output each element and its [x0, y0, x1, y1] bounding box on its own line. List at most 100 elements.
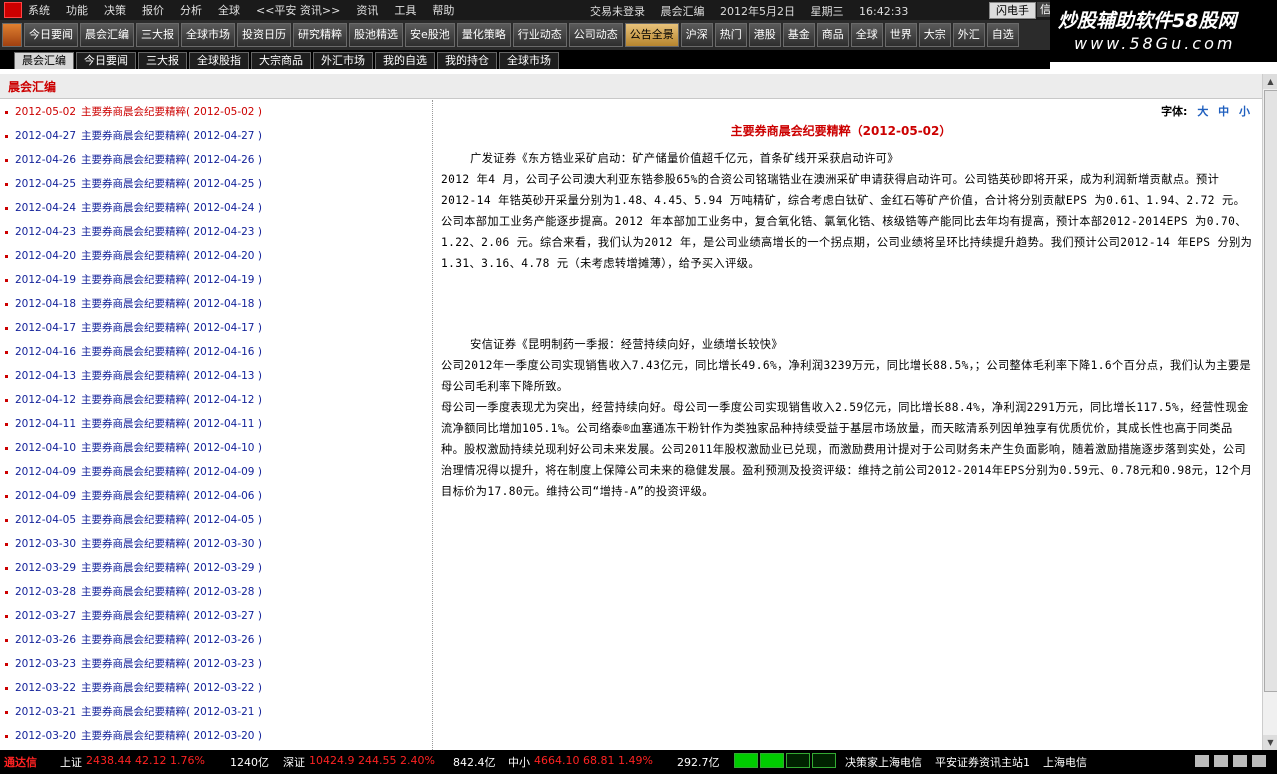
toolbar-home-icon[interactable]	[2, 23, 22, 47]
tab-today-news[interactable]: 今日要闻	[76, 52, 136, 69]
list-item-link[interactable]: 2012-04-13 主要券商晨会纪要精粹( 2012-04-13 )	[15, 364, 262, 388]
settings-icon[interactable]	[1233, 755, 1247, 767]
tb-hushen[interactable]: 沪深	[680, 23, 713, 47]
list-item[interactable]: 2012-04-18 主要券商晨会纪要精粹( 2012-04-18 )	[0, 292, 432, 316]
list-item-link[interactable]: 2012-03-29 主要券商晨会纪要精粹( 2012-03-29 )	[15, 556, 262, 580]
list-item-link[interactable]: 2012-04-09 主要券商晨会纪要精粹( 2012-04-06 )	[15, 484, 262, 508]
mail-icon[interactable]	[1195, 755, 1209, 767]
list-item-link[interactable]: 2012-03-30 主要券商晨会纪要精粹( 2012-03-30 )	[15, 532, 262, 556]
list-item[interactable]: 2012-04-20 主要券商晨会纪要精粹( 2012-04-20 )	[0, 244, 432, 268]
tb-global[interactable]: 全球	[850, 23, 883, 47]
tb-industry[interactable]: 行业动态	[512, 23, 567, 47]
help-icon[interactable]	[1252, 755, 1266, 767]
tb-world[interactable]: 世界	[884, 23, 917, 47]
list-item[interactable]: 2012-04-24 主要券商晨会纪要精粹( 2012-04-24 )	[0, 196, 432, 220]
list-item-link[interactable]: 2012-04-11 主要券商晨会纪要精粹( 2012-04-11 )	[15, 412, 262, 436]
tb-global-market[interactable]: 全球市场	[181, 23, 235, 47]
tb-announcements[interactable]: 公告全景	[624, 23, 679, 47]
status-server-3[interactable]: 上海电信	[1043, 754, 1087, 770]
list-item-link[interactable]: 2012-04-25 主要券商晨会纪要精粹( 2012-04-25 )	[15, 172, 262, 196]
list-item[interactable]: 2012-04-12 主要券商晨会纪要精粹( 2012-04-12 )	[0, 388, 432, 412]
message-icon[interactable]	[1214, 755, 1228, 767]
menu-help[interactable]: 帮助	[432, 2, 464, 18]
status-server-1[interactable]: 决策家上海电信	[845, 754, 922, 770]
list-item[interactable]: 2012-04-17 主要券商晨会纪要精粹( 2012-04-17 )	[0, 316, 432, 340]
list-item[interactable]: 2012-03-30 主要券商晨会纪要精粹( 2012-03-30 )	[0, 532, 432, 556]
scroll-up-icon[interactable]: ▲	[1263, 74, 1277, 89]
flash-trade-button[interactable]: 闪电手	[989, 2, 1036, 19]
list-item-link[interactable]: 2012-04-27 主要券商晨会纪要精粹( 2012-04-27 )	[15, 124, 262, 148]
list-item[interactable]: 2012-04-10 主要券商晨会纪要精粹( 2012-04-10 )	[0, 436, 432, 460]
list-item-link[interactable]: 2012-04-10 主要券商晨会纪要精粹( 2012-04-10 )	[15, 436, 262, 460]
menu-info[interactable]: 资讯	[356, 2, 388, 18]
list-item-link[interactable]: 2012-04-18 主要券商晨会纪要精粹( 2012-04-18 )	[15, 292, 262, 316]
tb-three-papers[interactable]: 三大报	[136, 23, 179, 47]
menu-pingan-info[interactable]: <<平安 资讯>>	[256, 2, 350, 18]
list-item[interactable]: 2012-04-09 主要券商晨会纪要精粹( 2012-04-06 )	[0, 484, 432, 508]
list-item[interactable]: 2012-03-22 主要券商晨会纪要精粹( 2012-03-22 )	[0, 676, 432, 700]
list-item-link[interactable]: 2012-04-24 主要券商晨会纪要精粹( 2012-04-24 )	[15, 196, 262, 220]
list-item-link[interactable]: 2012-04-20 主要券商晨会纪要精粹( 2012-04-20 )	[15, 244, 262, 268]
list-item-link[interactable]: 2012-03-21 主要券商晨会纪要精粹( 2012-03-21 )	[15, 700, 262, 724]
menu-decision[interactable]: 决策	[104, 2, 136, 18]
tab-morning-meeting[interactable]: 晨会汇编	[14, 52, 74, 69]
list-item[interactable]: 2012-03-21 主要券商晨会纪要精粹( 2012-03-21 )	[0, 700, 432, 724]
tb-forex[interactable]: 外汇	[952, 23, 985, 47]
tb-research[interactable]: 研究精粹	[293, 23, 347, 47]
list-item-link[interactable]: 2012-04-12 主要券商晨会纪要精粹( 2012-04-12 )	[15, 388, 262, 412]
list-item-link[interactable]: 2012-04-23 主要券商晨会纪要精粹( 2012-04-23 )	[15, 220, 262, 244]
scroll-down-icon[interactable]: ▼	[1263, 735, 1277, 750]
list-item-link[interactable]: 2012-03-26 主要券商晨会纪要精粹( 2012-03-26 )	[15, 628, 262, 652]
list-item-link[interactable]: 2012-03-28 主要券商晨会纪要精粹( 2012-03-28 )	[15, 580, 262, 604]
font-small-button[interactable]: 小	[1239, 105, 1250, 118]
list-item[interactable]: 2012-04-19 主要券商晨会纪要精粹( 2012-04-19 )	[0, 268, 432, 292]
list-item[interactable]: 2012-03-26 主要券商晨会纪要精粹( 2012-03-26 )	[0, 628, 432, 652]
tb-company[interactable]: 公司动态	[568, 23, 623, 47]
list-item[interactable]: 2012-03-29 主要券商晨会纪要精粹( 2012-03-29 )	[0, 556, 432, 580]
font-large-button[interactable]: 大	[1197, 105, 1208, 118]
list-item-link[interactable]: 2012-04-09 主要券商晨会纪要精粹( 2012-04-09 )	[15, 460, 262, 484]
list-item-link[interactable]: 2012-04-17 主要券商晨会纪要精粹( 2012-04-17 )	[15, 316, 262, 340]
menu-quote[interactable]: 报价	[142, 2, 174, 18]
tab-bulk-commodity[interactable]: 大宗商品	[251, 52, 311, 69]
tb-quant[interactable]: 量化策略	[456, 23, 511, 47]
list-item[interactable]: 2012-04-16 主要券商晨会纪要精粹( 2012-04-16 )	[0, 340, 432, 364]
list-item[interactable]: 2012-04-27 主要券商晨会纪要精粹( 2012-04-27 )	[0, 124, 432, 148]
tb-morning-meeting[interactable]: 晨会汇编	[80, 23, 134, 47]
menu-tools[interactable]: 工具	[394, 2, 426, 18]
scroll-thumb[interactable]	[1264, 90, 1277, 692]
list-item-link[interactable]: 2012-04-19 主要券商晨会纪要精粹( 2012-04-19 )	[15, 268, 262, 292]
tb-bulk[interactable]: 大宗	[918, 23, 951, 47]
tb-stock-pool[interactable]: 股池精选	[349, 23, 403, 47]
list-item[interactable]: 2012-03-28 主要券商晨会纪要精粹( 2012-03-28 )	[0, 580, 432, 604]
list-item[interactable]: 2012-04-09 主要券商晨会纪要精粹( 2012-04-09 )	[0, 460, 432, 484]
list-item[interactable]: 2012-04-26 主要券商晨会纪要精粹( 2012-04-26 )	[0, 148, 432, 172]
login-status[interactable]: 交易未登录	[590, 5, 645, 18]
list-item-link[interactable]: 2012-04-16 主要券商晨会纪要精粹( 2012-04-16 )	[15, 340, 262, 364]
tb-commodity[interactable]: 商品	[816, 23, 849, 47]
list-item[interactable]: 2012-05-02 主要券商晨会纪要精粹( 2012-05-02 )	[0, 100, 432, 124]
list-item-link[interactable]: 2012-03-20 主要券商晨会纪要精粹( 2012-03-20 )	[15, 724, 262, 748]
font-medium-button[interactable]: 中	[1218, 105, 1229, 118]
list-item[interactable]: 2012-03-23 主要券商晨会纪要精粹( 2012-03-23 )	[0, 652, 432, 676]
list-item-link[interactable]: 2012-04-26 主要券商晨会纪要精粹( 2012-04-26 )	[15, 148, 262, 172]
list-item[interactable]: 2012-04-25 主要券商晨会纪要精粹( 2012-04-25 )	[0, 172, 432, 196]
menu-analysis[interactable]: 分析	[180, 2, 212, 18]
list-item[interactable]: 2012-04-11 主要券商晨会纪要精粹( 2012-04-11 )	[0, 412, 432, 436]
menu-system[interactable]: 系统	[28, 2, 60, 18]
tab-global-market[interactable]: 全球市场	[499, 52, 559, 69]
list-item[interactable]: 2012-04-05 主要券商晨会纪要精粹( 2012-04-05 )	[0, 508, 432, 532]
list-item[interactable]: 2012-03-20 主要券商晨会纪要精粹( 2012-03-20 )	[0, 724, 432, 748]
list-item-link[interactable]: 2012-03-27 主要券商晨会纪要精粹( 2012-03-27 )	[15, 604, 262, 628]
tb-ae-pool[interactable]: 安e股池	[405, 23, 455, 47]
menu-global[interactable]: 全球	[218, 2, 250, 18]
tab-global-index[interactable]: 全球股指	[189, 52, 249, 69]
tb-invest-calendar[interactable]: 投资日历	[237, 23, 291, 47]
tb-watchlist[interactable]: 自选	[986, 23, 1019, 47]
list-item[interactable]: 2012-03-27 主要券商晨会纪要精粹( 2012-03-27 )	[0, 604, 432, 628]
menu-function[interactable]: 功能	[66, 2, 98, 18]
tab-my-watchlist[interactable]: 我的自选	[375, 52, 435, 69]
list-item-link[interactable]: 2012-03-22 主要券商晨会纪要精粹( 2012-03-22 )	[15, 676, 262, 700]
tb-fund[interactable]: 基金	[782, 23, 815, 47]
tab-my-holdings[interactable]: 我的持仓	[437, 52, 497, 69]
